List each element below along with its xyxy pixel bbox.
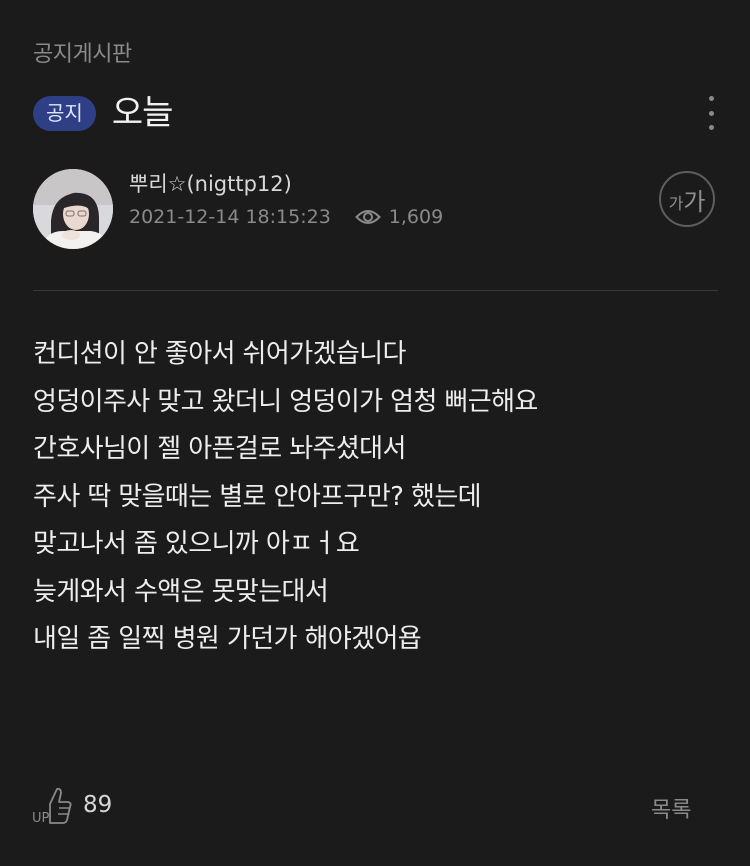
body-line: 주사 딱 맞을때는 별로 안아프구만? 했는데 bbox=[33, 481, 482, 512]
post-datetime: 2021-12-14 18:15:23 bbox=[129, 206, 331, 228]
body-line: 간호사님이 젤 아픈걸로 놔주셨대서 bbox=[33, 434, 406, 464]
post-title-row: 공지 오늘 bbox=[33, 92, 174, 134]
body-line: 늦게와서 수액은 못맞는대서 bbox=[33, 576, 329, 607]
like-count: 89 bbox=[83, 792, 113, 818]
more-vertical-icon bbox=[708, 96, 714, 101]
eye-icon bbox=[354, 208, 381, 226]
body-line: 맞고나서 좀 있으니까 아ㅍㅓ요 bbox=[33, 529, 360, 559]
body-line: 내일 좀 일찍 병원 가던가 해야겠어욥 bbox=[33, 624, 422, 654]
avatar-photo bbox=[33, 169, 113, 249]
post-title: 오늘 bbox=[111, 93, 174, 133]
like-up-label: UP bbox=[32, 811, 50, 826]
more-options-button[interactable] bbox=[700, 96, 722, 130]
font-size-small-label: 가 bbox=[668, 194, 684, 213]
header-divider bbox=[33, 290, 718, 291]
font-size-button[interactable]: 가 가 bbox=[659, 171, 715, 227]
body-line: 엉덩이주사 맞고 왔더니 엉덩이가 엄청 뻐근해요 bbox=[33, 386, 538, 417]
body-line: 컨디션이 안 좋아서 쉬어가겠습니다 bbox=[33, 339, 406, 369]
author-avatar[interactable] bbox=[33, 169, 113, 249]
list-button[interactable]: 목록 bbox=[651, 792, 691, 824]
post-body: 컨디션이 안 좋아서 쉬어가겠습니다 엉덩이주사 맞고 왔더니 엉덩이가 엄청 … bbox=[33, 331, 718, 664]
view-count: 1,609 bbox=[388, 206, 444, 228]
thumbs-up-icon: UP bbox=[32, 787, 72, 826]
notice-badge: 공지 bbox=[33, 95, 96, 131]
post-meta: 2021-12-14 18:15:23 1,609 bbox=[129, 204, 443, 230]
author-name[interactable]: 뿌리☆(nigttp12) bbox=[129, 170, 292, 198]
board-name: 공지게시판 bbox=[33, 42, 132, 67]
font-size-big-label: 가 bbox=[683, 187, 706, 216]
like-button[interactable]: UP 89 bbox=[31, 784, 112, 826]
